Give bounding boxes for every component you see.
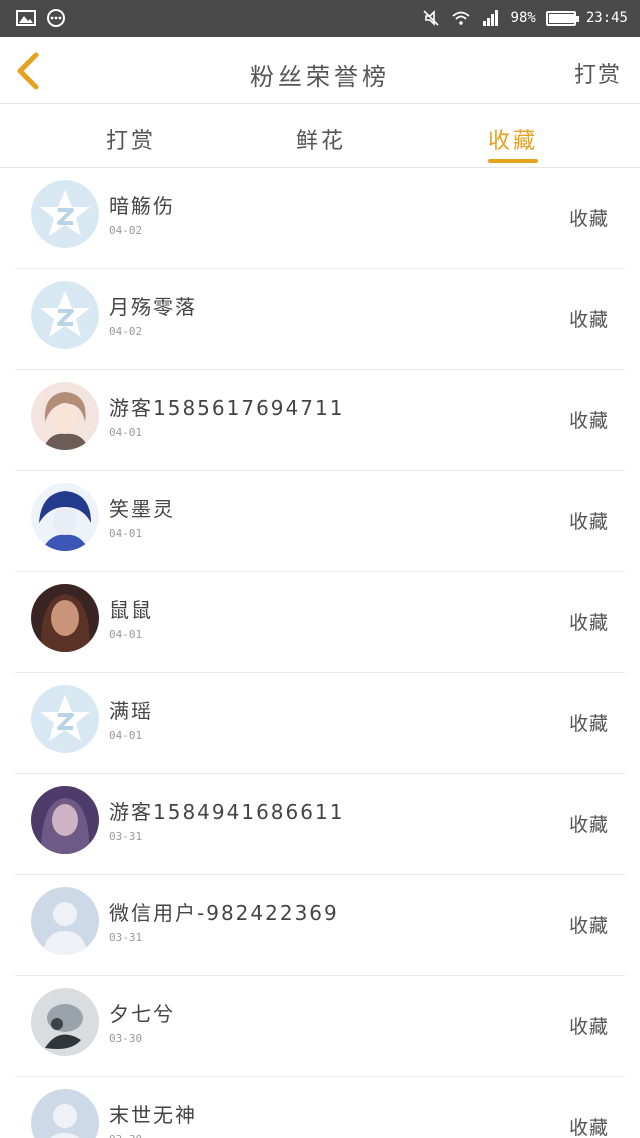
fan-date: 04-01 bbox=[109, 729, 143, 742]
fan-name: 满瑶 bbox=[109, 699, 153, 723]
tab-bar: 打赏 鲜花 收藏 bbox=[0, 105, 640, 168]
fan-name: 笑墨灵 bbox=[109, 497, 175, 521]
signal-icon bbox=[482, 10, 498, 26]
app-header: 粉丝荣誉榜 打赏 bbox=[0, 37, 640, 104]
list-item[interactable]: 鼠鼠 04-01 收藏 bbox=[15, 572, 625, 673]
fan-date: 04-02 bbox=[109, 224, 143, 237]
fan-date: 04-01 bbox=[109, 426, 143, 439]
fan-status: 收藏 bbox=[568, 814, 609, 836]
avatar bbox=[31, 887, 99, 955]
status-bar: 98% 23:45 bbox=[0, 0, 640, 37]
tab-reward[interactable]: 打赏 bbox=[106, 123, 156, 155]
list-item[interactable]: 游客1584941686611 03-31 收藏 bbox=[15, 774, 625, 875]
list-item[interactable]: 暗觞伤 04-02 收藏 bbox=[15, 168, 625, 269]
active-tab-indicator bbox=[488, 159, 538, 163]
tab-favorites[interactable]: 收藏 bbox=[488, 123, 538, 155]
fan-status: 收藏 bbox=[568, 713, 609, 735]
fan-name: 鼠鼠 bbox=[109, 598, 153, 622]
clock: 23:45 bbox=[585, 10, 628, 26]
fan-name: 夕七兮 bbox=[109, 1002, 175, 1026]
fan-status: 收藏 bbox=[568, 915, 609, 937]
fan-date: 03-31 bbox=[109, 830, 143, 843]
fan-name: 游客1585617694711 bbox=[109, 396, 345, 420]
list-item[interactable]: 游客1585617694711 04-01 收藏 bbox=[15, 370, 625, 471]
more-notification-icon bbox=[47, 9, 65, 27]
avatar bbox=[31, 1089, 99, 1138]
fan-date: 04-01 bbox=[109, 628, 143, 641]
mute-icon bbox=[422, 10, 439, 26]
battery-icon bbox=[545, 10, 579, 26]
fan-date: 03-30 bbox=[109, 1032, 143, 1045]
list-item[interactable]: 笑墨灵 04-01 收藏 bbox=[15, 471, 625, 572]
list-item[interactable]: 微信用户-982422369 03-31 收藏 bbox=[15, 875, 625, 976]
fan-status: 收藏 bbox=[568, 309, 609, 331]
reward-button[interactable]: 打赏 bbox=[574, 57, 622, 89]
fan-name: 游客1584941686611 bbox=[109, 800, 345, 824]
fan-status: 收藏 bbox=[568, 1016, 609, 1038]
fan-name: 暗觞伤 bbox=[109, 194, 175, 218]
avatar bbox=[31, 281, 99, 349]
avatar bbox=[31, 786, 99, 854]
avatar bbox=[31, 180, 99, 248]
fan-name: 月殇零落 bbox=[109, 295, 197, 319]
fan-date: 04-01 bbox=[109, 527, 143, 540]
list-item[interactable]: 末世无神 03-30 收藏 bbox=[15, 1077, 625, 1138]
list-item[interactable]: 夕七兮 03-30 收藏 bbox=[15, 976, 625, 1077]
fan-status: 收藏 bbox=[568, 511, 609, 533]
fan-list: 暗觞伤 04-02 收藏 月殇零落 04-02 收藏 游客15856176947… bbox=[0, 168, 640, 1138]
battery-percent: 98% bbox=[510, 10, 536, 26]
list-item[interactable]: 月殇零落 04-02 收藏 bbox=[15, 269, 625, 370]
gallery-notification-icon bbox=[16, 10, 36, 26]
avatar bbox=[31, 988, 99, 1056]
fan-date: 03-30 bbox=[109, 1133, 142, 1138]
avatar bbox=[31, 584, 99, 652]
page-title: 粉丝荣誉榜 bbox=[250, 63, 390, 91]
avatar bbox=[31, 685, 99, 753]
fan-name: 末世无神 bbox=[109, 1103, 197, 1127]
tab-flowers[interactable]: 鲜花 bbox=[296, 123, 346, 155]
fan-date: 04-02 bbox=[109, 325, 143, 338]
fan-status: 收藏 bbox=[568, 1117, 609, 1138]
avatar bbox=[31, 382, 99, 450]
wifi-icon bbox=[451, 11, 470, 25]
fan-status: 收藏 bbox=[568, 410, 609, 432]
fan-status: 收藏 bbox=[568, 208, 609, 230]
fan-status: 收藏 bbox=[568, 612, 609, 634]
fan-date: 03-31 bbox=[109, 931, 143, 944]
list-item[interactable]: 满瑶 04-01 收藏 bbox=[15, 673, 625, 774]
fan-name: 微信用户-982422369 bbox=[109, 901, 339, 925]
avatar bbox=[31, 483, 99, 551]
